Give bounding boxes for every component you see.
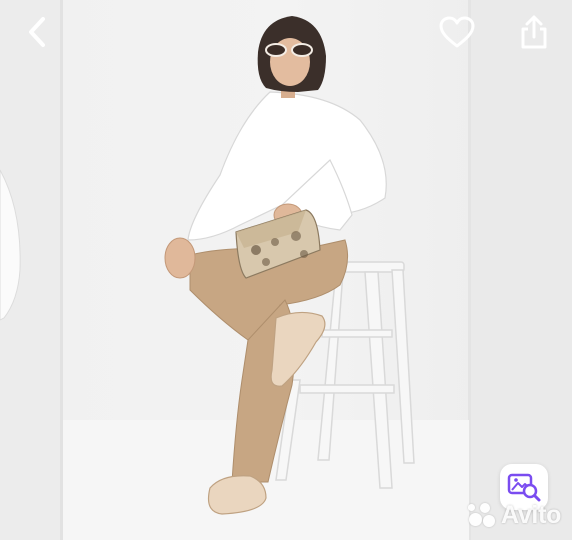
back-button[interactable] (18, 12, 58, 52)
avito-watermark: Avito (467, 498, 561, 532)
avito-logo-icon (467, 501, 497, 529)
photo-viewer[interactable]: Avito (0, 0, 572, 540)
watermark-text: Avito (501, 500, 562, 529)
share-icon (521, 15, 547, 49)
share-button[interactable] (514, 12, 554, 52)
chevron-left-icon (29, 17, 45, 47)
product-photo (0, 0, 572, 540)
favorite-button[interactable] (437, 12, 477, 52)
heart-icon (439, 16, 475, 48)
